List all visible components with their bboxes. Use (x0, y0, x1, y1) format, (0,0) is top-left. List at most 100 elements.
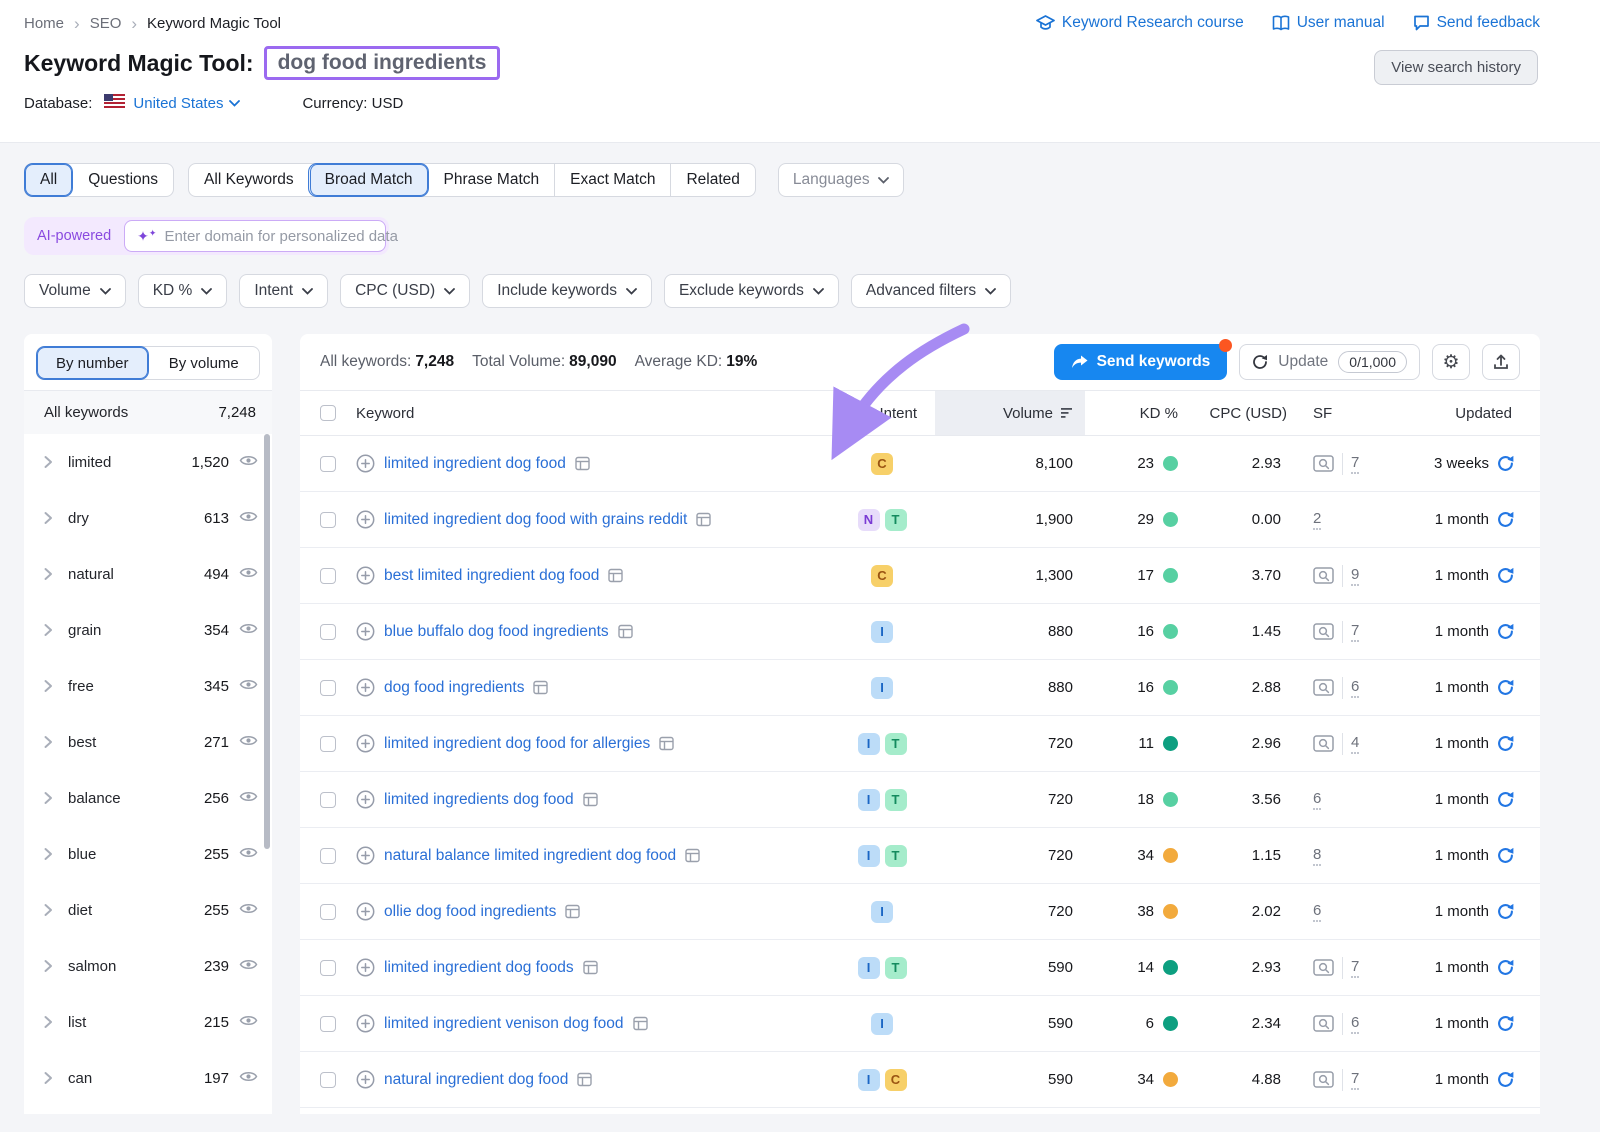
row-refresh-icon[interactable] (1497, 1015, 1514, 1032)
column-intent[interactable]: Intent (815, 391, 935, 435)
sidebar-group-item[interactable]: natural 494 (24, 546, 272, 602)
expand-chevron-icon[interactable] (44, 455, 58, 469)
tab-broad-match[interactable]: Broad Match (309, 164, 428, 196)
sf-count[interactable]: 6 (1313, 790, 1321, 810)
add-keyword-icon[interactable] (356, 510, 375, 529)
serp-features-icon[interactable] (1313, 621, 1343, 643)
keyword-link[interactable]: dog food ingredients (384, 679, 524, 697)
tab-all-keywords[interactable]: All Keywords (189, 164, 309, 196)
keyword-link[interactable]: limited ingredient dog food (384, 455, 566, 473)
add-keyword-icon[interactable] (356, 566, 375, 585)
sidebar-group-item[interactable]: limited 1,520 (24, 434, 272, 490)
serp-preview-icon[interactable] (696, 512, 711, 527)
eye-icon[interactable] (239, 622, 258, 639)
serp-preview-icon[interactable] (633, 1016, 648, 1031)
sf-count[interactable]: 8 (1313, 846, 1321, 866)
add-keyword-icon[interactable] (356, 454, 375, 473)
row-checkbox[interactable] (320, 680, 336, 696)
keyword-link[interactable]: limited ingredient venison dog food (384, 1015, 624, 1033)
update-button[interactable]: Update 0/1,000 (1239, 344, 1420, 380)
sidebar-all-keywords[interactable]: All keywords 7,248 (24, 391, 272, 434)
sf-count[interactable]: 2 (1313, 510, 1321, 530)
sidebar-group-item[interactable]: diet 255 (24, 882, 272, 938)
eye-icon[interactable] (239, 1070, 258, 1087)
send-keywords-button[interactable]: Send keywords (1054, 344, 1228, 380)
breadcrumb-item[interactable]: Home (24, 15, 64, 32)
add-keyword-icon[interactable] (356, 846, 375, 865)
serp-features-icon[interactable] (1313, 677, 1343, 699)
tab-all[interactable]: All (25, 164, 72, 196)
eye-icon[interactable] (239, 790, 258, 807)
sf-count[interactable]: 7 (1351, 454, 1359, 474)
row-checkbox[interactable] (320, 904, 336, 920)
column-kd[interactable]: KD % (1085, 391, 1190, 435)
row-refresh-icon[interactable] (1497, 1071, 1514, 1088)
add-keyword-icon[interactable] (356, 958, 375, 977)
row-checkbox[interactable] (320, 456, 336, 472)
serp-preview-icon[interactable] (583, 792, 598, 807)
header-link[interactable]: Keyword Research course (1036, 14, 1244, 32)
row-checkbox[interactable] (320, 1016, 336, 1032)
toggle-by-volume[interactable]: By volume (148, 347, 260, 379)
view-search-history-button[interactable]: View search history (1374, 50, 1538, 85)
row-refresh-icon[interactable] (1497, 567, 1514, 584)
keyword-link[interactable]: limited ingredients dog food (384, 791, 574, 809)
eye-icon[interactable] (239, 678, 258, 695)
row-refresh-icon[interactable] (1497, 623, 1514, 640)
database-selector[interactable]: United States (133, 95, 240, 112)
expand-chevron-icon[interactable] (44, 623, 58, 637)
add-keyword-icon[interactable] (356, 790, 375, 809)
expand-chevron-icon[interactable] (44, 1071, 58, 1085)
sidebar-group-item[interactable]: best 271 (24, 714, 272, 770)
serp-preview-icon[interactable] (583, 960, 598, 975)
column-cpc[interactable]: CPC (USD) (1190, 391, 1305, 435)
serp-preview-icon[interactable] (565, 904, 580, 919)
sf-count[interactable]: 6 (1351, 678, 1359, 698)
row-refresh-icon[interactable] (1497, 847, 1514, 864)
eye-icon[interactable] (239, 734, 258, 751)
eye-icon[interactable] (239, 958, 258, 975)
serp-preview-icon[interactable] (685, 848, 700, 863)
serp-preview-icon[interactable] (533, 680, 548, 695)
column-sf[interactable]: SF (1305, 391, 1390, 435)
row-checkbox[interactable] (320, 960, 336, 976)
expand-chevron-icon[interactable] (44, 679, 58, 693)
serp-features-icon[interactable] (1313, 733, 1343, 755)
sidebar-group-item[interactable]: salmon 239 (24, 938, 272, 994)
keyword-link[interactable]: limited ingredient dog food for allergie… (384, 735, 650, 753)
filter-exclude-keywords[interactable]: Exclude keywords (664, 274, 839, 308)
eye-icon[interactable] (239, 846, 258, 863)
add-keyword-icon[interactable] (356, 678, 375, 697)
domain-input[interactable]: ✦✦ Enter domain for personalized data (124, 220, 386, 252)
column-volume[interactable]: Volume (935, 391, 1085, 435)
serp-preview-icon[interactable] (608, 568, 623, 583)
keyword-link[interactable]: ollie dog food ingredients (384, 903, 556, 921)
expand-chevron-icon[interactable] (44, 791, 58, 805)
sidebar-group-item[interactable]: free 345 (24, 658, 272, 714)
row-refresh-icon[interactable] (1497, 791, 1514, 808)
filter-kd-[interactable]: KD % (138, 274, 228, 308)
sf-count[interactable]: 6 (1351, 1014, 1359, 1034)
breadcrumb-item[interactable]: SEO (90, 15, 122, 32)
serp-features-icon[interactable] (1313, 1069, 1343, 1091)
row-refresh-icon[interactable] (1497, 903, 1514, 920)
export-button[interactable] (1482, 344, 1520, 380)
expand-chevron-icon[interactable] (44, 567, 58, 581)
sf-count[interactable]: 6 (1313, 902, 1321, 922)
add-keyword-icon[interactable] (356, 902, 375, 921)
sidebar-group-item[interactable]: can 197 (24, 1050, 272, 1106)
sf-count[interactable]: 7 (1351, 622, 1359, 642)
add-keyword-icon[interactable] (356, 622, 375, 641)
keyword-link[interactable]: natural balance limited ingredient dog f… (384, 847, 676, 865)
sidebar-scrollbar[interactable] (264, 434, 270, 849)
row-checkbox[interactable] (320, 792, 336, 808)
keyword-link[interactable]: natural ingredient dog food (384, 1071, 568, 1089)
add-keyword-icon[interactable] (356, 1070, 375, 1089)
filter-advanced-filters[interactable]: Advanced filters (851, 274, 1011, 308)
settings-button[interactable]: ⚙ (1432, 344, 1470, 380)
select-all-checkbox[interactable] (320, 405, 336, 421)
sidebar-group-item[interactable]: list 215 (24, 994, 272, 1050)
keyword-link[interactable]: blue buffalo dog food ingredients (384, 623, 609, 641)
keyword-link[interactable]: limited ingredient dog foods (384, 959, 574, 977)
keyword-link[interactable]: best limited ingredient dog food (384, 567, 599, 585)
